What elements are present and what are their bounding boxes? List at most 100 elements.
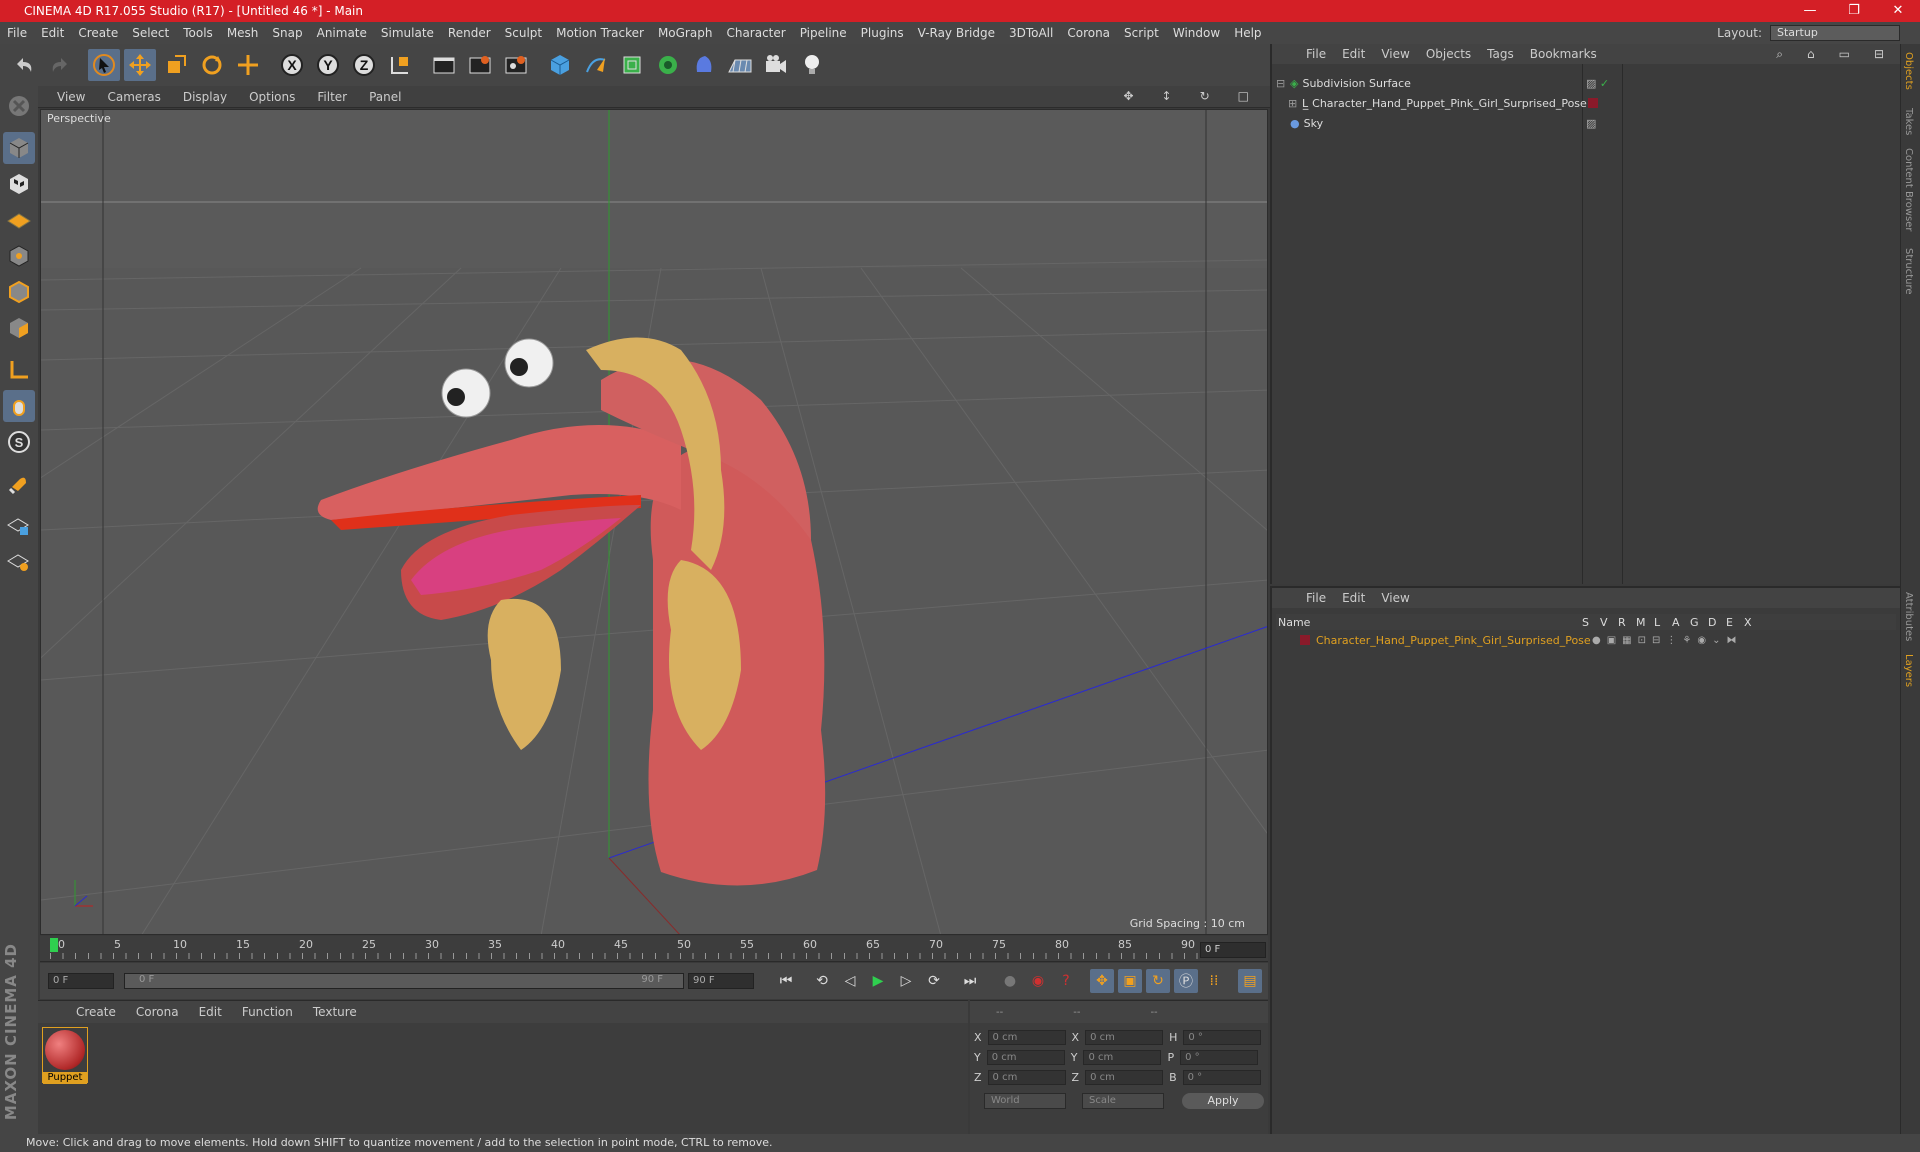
- position-x-field[interactable]: 0 cm: [987, 1029, 1066, 1045]
- undo-icon[interactable]: [8, 49, 40, 81]
- play-icon[interactable]: ▶: [866, 969, 890, 993]
- axis-mode-icon[interactable]: [3, 354, 35, 386]
- menu-help[interactable]: Help: [1227, 26, 1268, 40]
- column-name[interactable]: Name: [1276, 616, 1582, 629]
- next-key-icon[interactable]: ⟳: [922, 969, 946, 993]
- menu-script[interactable]: Script: [1117, 26, 1166, 40]
- menu-tools[interactable]: Tools: [176, 26, 220, 40]
- visibility-dots-icon[interactable]: ▨ ✓: [1586, 77, 1609, 90]
- magnet-icon[interactable]: [3, 468, 35, 500]
- vp-menu-view[interactable]: View: [46, 90, 96, 104]
- layer-toggle-icons[interactable]: ●▣▦⊡⊟⋮⚘◉⌄⧓: [1592, 635, 1742, 646]
- menu-3dtoall[interactable]: 3DToAll: [1002, 26, 1060, 40]
- autokey-icon[interactable]: ◉: [1026, 969, 1050, 993]
- size-mode-select[interactable]: Scale: [1082, 1093, 1164, 1109]
- tweak-mode-icon[interactable]: [3, 390, 35, 422]
- end-frame-field[interactable]: 90 F: [688, 973, 754, 989]
- object-row-puppet[interactable]: ⊞ L̲ Character_Hand_Puppet_Pink_Girl_Sur…: [1276, 94, 1896, 112]
- render-view-icon[interactable]: [428, 49, 460, 81]
- menu-animate[interactable]: Animate: [310, 26, 374, 40]
- menu-simulate[interactable]: Simulate: [374, 26, 441, 40]
- position-z-field[interactable]: 0 cm: [987, 1069, 1066, 1085]
- menu-plugins[interactable]: Plugins: [854, 26, 911, 40]
- column-manager[interactable]: M: [1636, 616, 1654, 629]
- viewport-maximize-icon[interactable]: □: [1227, 89, 1260, 103]
- rotation-p-field[interactable]: 0 °: [1180, 1049, 1259, 1065]
- move-icon[interactable]: [124, 49, 156, 81]
- layer-color-swatch[interactable]: [1588, 98, 1598, 108]
- vp-menu-display[interactable]: Display: [172, 90, 238, 104]
- layer-name[interactable]: Character_Hand_Puppet_Pink_Girl_Surprise…: [1316, 634, 1592, 647]
- menu-character[interactable]: Character: [719, 26, 792, 40]
- size-z-field[interactable]: 0 cm: [1085, 1069, 1164, 1085]
- timeline-window-icon[interactable]: ▤: [1238, 969, 1262, 993]
- home-icon[interactable]: ⌂: [1799, 47, 1823, 62]
- polygons-mode-icon[interactable]: [3, 312, 35, 344]
- tab-takes[interactable]: Takes: [1903, 108, 1914, 135]
- menu-sculpt[interactable]: Sculpt: [498, 26, 549, 40]
- vp-menu-filter[interactable]: Filter: [306, 90, 358, 104]
- tab-structure[interactable]: Structure: [1903, 248, 1914, 295]
- edges-mode-icon[interactable]: [3, 276, 35, 308]
- rotation-b-field[interactable]: 0 °: [1182, 1069, 1261, 1085]
- menu-motion-tracker[interactable]: Motion Tracker: [549, 26, 651, 40]
- menu-select[interactable]: Select: [125, 26, 176, 40]
- viewport-rotate-icon[interactable]: ↻: [1189, 89, 1221, 103]
- mat-menu-corona[interactable]: Corona: [126, 1005, 189, 1019]
- tag-icon[interactable]: ▨: [1586, 117, 1596, 130]
- column-render[interactable]: R: [1618, 616, 1636, 629]
- previous-frame-icon[interactable]: ◁: [838, 969, 862, 993]
- key-scale-icon[interactable]: ▣: [1118, 969, 1142, 993]
- floor-icon[interactable]: [724, 49, 756, 81]
- menu-edit[interactable]: Edit: [34, 26, 71, 40]
- texture-mode-icon[interactable]: [3, 168, 35, 200]
- make-editable-icon[interactable]: [3, 90, 35, 122]
- size-y-field[interactable]: 0 cm: [1083, 1049, 1162, 1065]
- transform-icon[interactable]: [232, 49, 264, 81]
- coordinate-system-icon[interactable]: [384, 49, 416, 81]
- tab-attributes[interactable]: Attributes: [1903, 592, 1914, 641]
- menu-window[interactable]: Window: [1166, 26, 1227, 40]
- y-axis-icon[interactable]: Y: [312, 49, 344, 81]
- minimize-button[interactable]: —: [1788, 0, 1832, 22]
- key-parameter-icon[interactable]: Ⓟ: [1174, 969, 1198, 993]
- vp-menu-panel[interactable]: Panel: [358, 90, 412, 104]
- next-frame-icon[interactable]: ▷: [894, 969, 918, 993]
- obj-menu-edit[interactable]: Edit: [1334, 47, 1373, 61]
- obj-menu-objects[interactable]: Objects: [1418, 47, 1479, 61]
- scale-icon[interactable]: [160, 49, 192, 81]
- layout-select[interactable]: Startup: [1770, 25, 1900, 41]
- subdivision-icon[interactable]: [616, 49, 648, 81]
- layer-menu-view[interactable]: View: [1373, 591, 1417, 605]
- column-expressions[interactable]: E: [1726, 616, 1744, 629]
- object-row-sky[interactable]: ● Sky ▨: [1276, 114, 1896, 132]
- column-generators[interactable]: G: [1690, 616, 1708, 629]
- model-mode-icon[interactable]: [3, 132, 35, 164]
- mat-menu-create[interactable]: Create: [66, 1005, 126, 1019]
- vp-menu-cameras[interactable]: Cameras: [96, 90, 171, 104]
- tab-layers[interactable]: Layers: [1903, 654, 1914, 687]
- obj-menu-file[interactable]: File: [1298, 47, 1334, 61]
- locked-workplane-icon[interactable]: [3, 510, 35, 542]
- material-swatch-puppet[interactable]: Puppet: [42, 1027, 88, 1084]
- menu-vray-bridge[interactable]: V-Ray Bridge: [911, 26, 1002, 40]
- column-view[interactable]: V: [1600, 616, 1618, 629]
- keyframe-selection-icon[interactable]: ?: [1054, 969, 1078, 993]
- coordinate-mode-select[interactable]: World: [984, 1093, 1066, 1109]
- vp-menu-options[interactable]: Options: [238, 90, 306, 104]
- menu-render[interactable]: Render: [441, 26, 498, 40]
- key-rotation-icon[interactable]: ↻: [1146, 969, 1170, 993]
- viewport[interactable]: Perspective Grid Spacing : 10 cm: [40, 109, 1268, 935]
- cube-primitive-icon[interactable]: [544, 49, 576, 81]
- record-keys-icon[interactable]: ●: [998, 969, 1022, 993]
- layer-row[interactable]: Character_Hand_Puppet_Pink_Girl_Surprise…: [1276, 632, 1896, 648]
- timeline-ruler[interactable]: 0 5 10 15 20 25 30 35 40 45 50 55 60 65 …: [40, 936, 1268, 962]
- column-locked[interactable]: L: [1654, 616, 1672, 629]
- mograph-cloner-icon[interactable]: [652, 49, 684, 81]
- layer-color-swatch[interactable]: [1300, 635, 1310, 645]
- mat-menu-function[interactable]: Function: [232, 1005, 303, 1019]
- column-xref[interactable]: X: [1744, 616, 1762, 629]
- layer-menu-edit[interactable]: Edit: [1334, 591, 1373, 605]
- size-x-field[interactable]: 0 cm: [1085, 1029, 1164, 1045]
- redo-icon[interactable]: [44, 49, 76, 81]
